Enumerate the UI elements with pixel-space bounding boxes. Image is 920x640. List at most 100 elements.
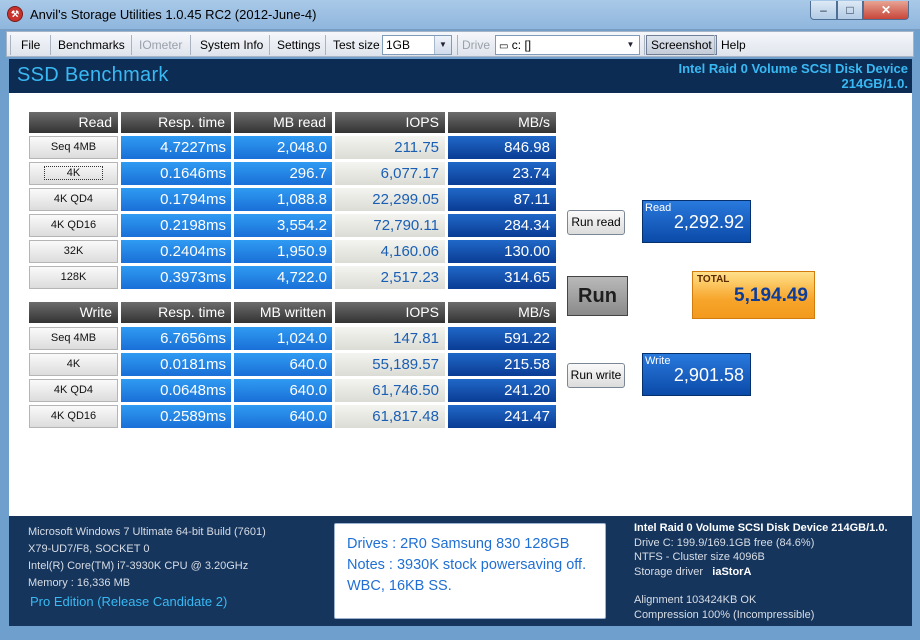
write-cell-mbs: 215.58 [448,353,556,376]
memory-info: Memory : 16,336 MB [28,577,131,589]
read-score-label: Read [645,202,672,214]
os-info: Microsoft Windows 7 Ultimate 64-bit Buil… [28,526,266,538]
notes-text-cont: WBC, 16KB SS. [347,578,452,594]
drive-select[interactable]: ▭ c: [] ▼ [495,35,640,55]
read-header-iops: IOPS [335,112,445,133]
write-cell-mb-amount: 640.0 [234,379,332,402]
read-cell-resp-time: 0.1646ms [121,162,231,185]
device-info-alignment: Alignment 103424KB OK [634,594,757,606]
read-cell-iops: 22,299.05 [335,188,445,211]
write-header-mbs: MB/s [448,302,556,323]
read-row-label-button[interactable]: 4K [29,162,118,185]
write-row-label-button[interactable]: 4K [29,353,118,376]
device-info-drive: Drive C: 199.9/169.1GB free (84.6%) [634,536,815,549]
drive-label: Drive [462,38,491,52]
close-button[interactable]: ✕ [863,1,909,20]
read-row-label-button[interactable]: 128K [29,266,118,289]
test-size-select[interactable]: 1GB ▼ [382,35,452,55]
read-cell-iops: 211.75 [335,136,445,159]
maximize-button[interactable]: □ [837,1,863,20]
anvil-logo-icon: ⚒ [7,6,23,22]
read-row-label-button[interactable]: 4K QD4 [29,188,118,211]
read-cell-mbs: 846.98 [448,136,556,159]
notes-box[interactable]: Drives : 2R0 Samsung 830 128GB Notes : 3… [334,523,606,619]
write-header-test-name: Write [29,302,118,323]
read-cell-iops: 72,790.11 [335,214,445,237]
toolbar-separator [190,35,191,55]
write-header-resp-time: Resp. time [121,302,231,323]
notes-drives: Drives : 2R0 Samsung 830 128GB [347,536,570,552]
write-score: Write 2,901.58 [642,353,751,396]
write-cell-resp-time: 0.2589ms [121,405,231,428]
write-row-label: Seq 4MB [50,332,97,344]
toolbar-grip [10,35,11,55]
toolbar-separator [50,35,51,55]
edition-label: Pro Edition (Release Candidate 2) [30,594,228,609]
read-cell-mb-amount: 296.7 [234,162,332,185]
window-title: Anvil's Storage Utilities 1.0.45 RC2 (20… [30,7,317,22]
write-cell-iops: 61,817.48 [335,405,445,428]
menu-benchmarks[interactable]: Benchmarks [53,36,130,54]
chevron-down-icon[interactable]: ▼ [434,36,451,54]
read-header-resp-time: Resp. time [121,112,231,133]
write-row-label-button[interactable]: 4K QD16 [29,405,118,428]
chevron-down-icon[interactable]: ▼ [622,36,639,54]
write-cell-mb-amount: 1,024.0 [234,327,332,350]
storage-driver-value: iaStorA [712,565,752,578]
write-row-label: 4K QD4 [53,384,94,396]
menu-iometer[interactable]: IOmeter [134,36,187,54]
benchmark-header: SSD Benchmark Intel Raid 0 Volume SCSI D… [9,59,912,93]
read-cell-iops: 4,160.06 [335,240,445,263]
read-row-label: 4K QD16 [50,219,97,231]
read-cell-mb-amount: 3,554.2 [234,214,332,237]
device-name: Intel Raid 0 Volume SCSI Disk Device 214… [678,61,908,91]
device-info-ntfs: NTFS - Cluster size 4096B [634,551,765,563]
read-cell-resp-time: 0.3973ms [121,266,231,289]
write-cell-mb-amount: 640.0 [234,353,332,376]
read-cell-mbs: 23.74 [448,162,556,185]
total-score-value: 5,194.49 [734,285,808,306]
device-info-title: Intel Raid 0 Volume SCSI Disk Device 214… [634,522,888,534]
read-cell-mbs: 314.65 [448,266,556,289]
read-row-label-button[interactable]: Seq 4MB [29,136,118,159]
device-name-line2: 214GB/1.0. [841,76,909,91]
menu-help[interactable]: Help [716,36,751,54]
read-cell-mbs: 284.34 [448,214,556,237]
toolbar-separator [714,35,715,55]
read-header-mbs: MB/s [448,112,556,133]
write-row-label-button[interactable]: 4K QD4 [29,379,118,402]
read-row-label: 32K [63,245,84,257]
drive-icon: ▭ [499,41,509,52]
device-name-line1: Intel Raid 0 Volume SCSI Disk Device [678,61,908,76]
menu-system-info[interactable]: System Info [195,36,268,54]
write-score-value: 2,901.58 [673,365,744,385]
write-row-label-button[interactable]: Seq 4MB [29,327,118,350]
write-row-label: 4K QD16 [50,410,97,422]
write-cell-resp-time: 6.7656ms [121,327,231,350]
run-write-button[interactable]: Run write [567,363,625,388]
read-score-value: 2,292.92 [673,212,744,232]
run-button[interactable]: Run [567,276,628,316]
write-header-mb-amount: MB written [234,302,332,323]
device-info: Intel Raid 0 Volume SCSI Disk Device 214… [634,521,888,622]
read-cell-mb-amount: 1,088.8 [234,188,332,211]
notes-text: Notes : 3930K stock powersaving off. [347,557,587,573]
menu-settings[interactable]: Settings [272,36,325,54]
read-cell-iops: 2,517.23 [335,266,445,289]
write-cell-iops: 55,189.57 [335,353,445,376]
toolbar-separator [131,35,132,55]
read-row-label-button[interactable]: 4K QD16 [29,214,118,237]
run-read-button[interactable]: Run read [567,210,625,235]
toolbar-separator [325,35,326,55]
read-score: Read 2,292.92 [642,200,751,243]
screenshot-button[interactable]: Screenshot [646,35,717,55]
read-cell-mb-amount: 2,048.0 [234,136,332,159]
system-info: Microsoft Windows 7 Ultimate 64-bit Buil… [28,524,266,592]
toolbar: File Benchmarks IOmeter System Info Sett… [6,31,914,57]
motherboard-info: X79-UD7/F8, SOCKET 0 [28,543,150,555]
menu-file[interactable]: File [16,36,45,54]
read-row-label-button[interactable]: 32K [29,240,118,263]
read-row-label: Seq 4MB [50,141,97,153]
minimize-button[interactable]: – [810,1,837,20]
read-cell-iops: 6,077.17 [335,162,445,185]
